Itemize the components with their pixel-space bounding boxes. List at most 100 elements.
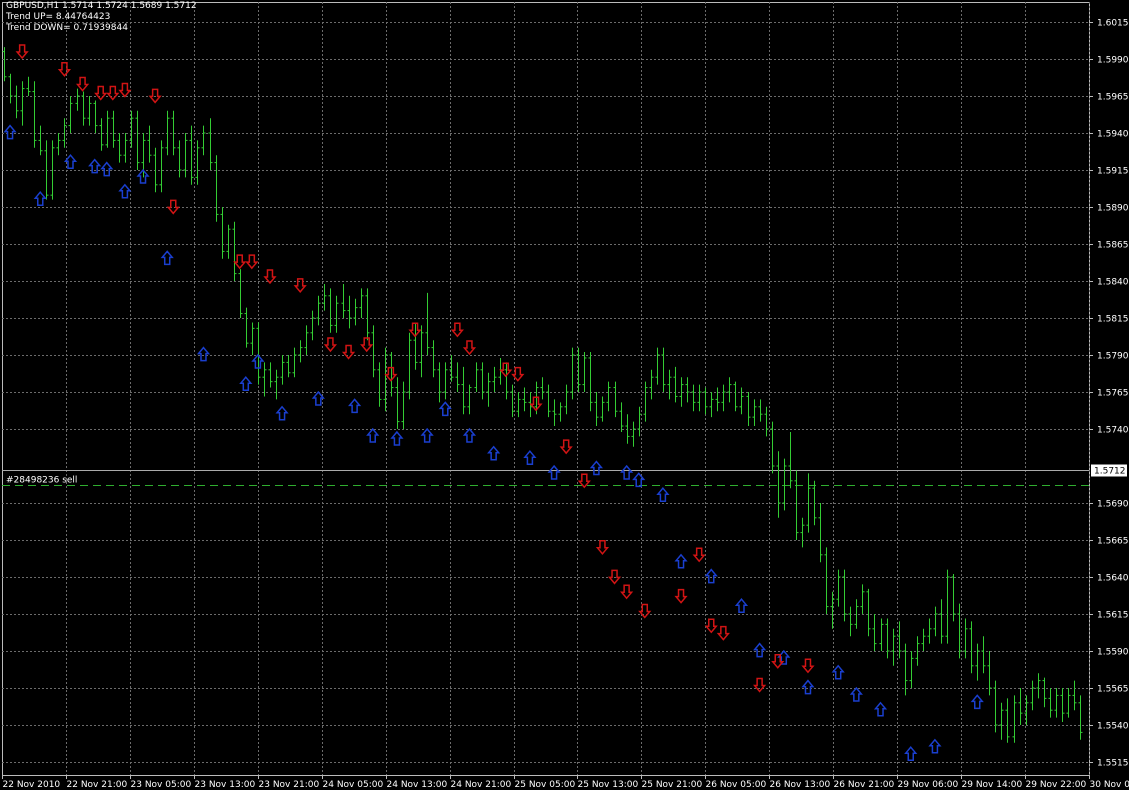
ohlc-bar	[891, 628, 896, 666]
ohlc-bar	[226, 224, 231, 259]
ohlc-bar	[189, 125, 194, 185]
up-arrow-icon	[523, 450, 537, 465]
ohlc-bar	[461, 366, 466, 415]
ohlc-bar	[885, 618, 890, 659]
up-arrow-icon	[311, 390, 325, 406]
ohlc-bar	[214, 155, 219, 222]
ohlc-bar	[872, 614, 877, 651]
up-arrow-icon	[438, 401, 452, 417]
ohlc-bar	[588, 352, 593, 412]
down-arrow-icon	[118, 82, 132, 98]
price-chart[interactable]: #28498236 sell 1.60151.59901.59651.59401…	[0, 0, 1129, 790]
ohlc-bar	[105, 110, 110, 148]
down-arrow-icon	[607, 569, 622, 585]
up-arrow-icon	[970, 694, 984, 710]
ohlc-bar	[927, 618, 932, 644]
trend-down-label: Trend DOWN= 0.71939844	[6, 23, 128, 33]
ohlc-bar	[443, 362, 448, 400]
ohlc-bar	[746, 392, 751, 427]
ohlc-bar	[752, 399, 757, 427]
ohlc-bar	[1066, 688, 1071, 718]
ohlc-bar	[558, 402, 563, 422]
price-tick-label: 1.5615	[1097, 611, 1129, 621]
down-arrow-icon	[620, 584, 634, 600]
price-tick-label: 1.5840	[1097, 278, 1129, 288]
ohlc-bar	[697, 384, 702, 412]
up-arrow-icon	[100, 161, 114, 177]
up-arrow-icon	[275, 405, 289, 421]
up-arrow-icon	[704, 568, 718, 584]
up-arrow-icon	[251, 353, 265, 369]
down-arrow-icon	[450, 322, 464, 338]
ohlc-bar	[649, 369, 654, 400]
ohlc-bar	[316, 295, 321, 326]
order-line: #28498236 sell	[2, 470, 1089, 486]
time-tick-label: 30 Nov 06	[1090, 780, 1129, 790]
up-arrow-icon	[873, 701, 888, 717]
time-tick-label: 26 Nov 21:00	[834, 780, 895, 790]
ohlc-bar	[709, 392, 714, 418]
ohlc-bar	[8, 73, 13, 104]
ohlc-bar	[1078, 695, 1083, 740]
price-tick-label: 1.5565	[1097, 685, 1129, 695]
up-arrow-icon	[589, 460, 604, 476]
ohlc-bar	[1048, 688, 1053, 718]
chart-grid	[2, 2, 1090, 776]
ohlc-bar	[492, 366, 497, 392]
up-arrow-icon	[487, 445, 501, 461]
ohlc-bar	[117, 133, 122, 163]
ohlc-bar	[486, 372, 491, 407]
ohlc-bar	[20, 81, 25, 126]
up-arrow-icon	[348, 398, 362, 414]
ohlc-bar	[848, 606, 853, 637]
ohlc-bar	[909, 651, 914, 688]
price-tick-label: 1.5690	[1097, 500, 1129, 510]
up-arrow-icon	[849, 686, 863, 702]
time-tick-label: 29 Nov 22:00	[1026, 780, 1087, 790]
ohlc-bar	[999, 702, 1004, 740]
down-arrow-icon	[704, 618, 718, 634]
ohlc-bar	[26, 76, 31, 96]
up-arrow-icon	[3, 124, 17, 140]
time-tick-label: 24 Nov 13:00	[387, 780, 448, 790]
down-arrow-icon	[323, 337, 338, 353]
up-arrow-icon	[33, 191, 47, 206]
down-arrow-icon	[559, 439, 573, 455]
ohlc-bar	[135, 110, 140, 170]
ohlc-bar	[546, 384, 551, 418]
ohlc-bar	[286, 355, 291, 378]
ohlc-bar	[208, 118, 213, 170]
time-tick-label: 23 Nov 21:00	[259, 780, 320, 790]
ohlc-bar	[1036, 673, 1041, 699]
time-tick-label: 29 Nov 06:00	[898, 780, 959, 790]
ohlc-bar	[673, 366, 678, 403]
time-tick-label: 25 Nov 21:00	[642, 780, 703, 790]
ohlc-bar	[522, 387, 527, 412]
ohlc-bar	[310, 310, 315, 341]
time-tick-label: 23 Nov 13:00	[195, 780, 256, 790]
ohlc-bar	[365, 288, 370, 341]
up-arrow-icon	[160, 250, 174, 266]
ohlc-bar	[764, 406, 769, 437]
ohlc-bar	[201, 125, 206, 156]
ohlc-bar	[824, 547, 829, 614]
ohlc-bar	[691, 384, 696, 412]
ohlc-bar	[631, 421, 636, 447]
ohlc-bar	[552, 399, 557, 427]
up-arrow-icon	[753, 642, 767, 658]
ohlc-bar	[455, 362, 460, 392]
down-arrow-icon	[716, 625, 730, 641]
ohlc-bar	[600, 396, 605, 422]
ohlc-bar	[425, 292, 430, 355]
down-arrow-icon	[674, 588, 688, 604]
price-tick-label: 1.5815	[1097, 315, 1129, 325]
ohlc-bar	[431, 340, 436, 378]
price-tick-label: 1.5740	[1097, 426, 1129, 436]
price-tick-label: 1.5765	[1097, 389, 1129, 399]
ohlc-bar	[860, 584, 865, 614]
ohlc-bar	[788, 431, 793, 489]
down-arrow-icon	[148, 88, 162, 104]
ohlc-bar	[939, 599, 944, 644]
up-arrow-icon	[801, 679, 815, 695]
up-arrow-icon	[390, 430, 404, 446]
